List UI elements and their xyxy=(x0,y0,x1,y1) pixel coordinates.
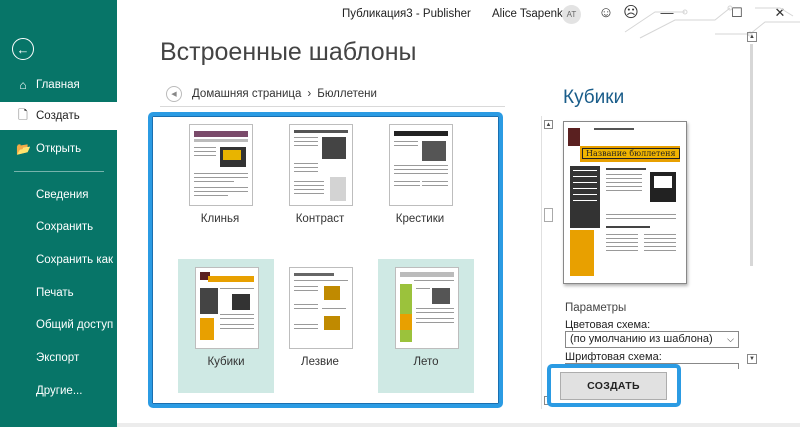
sidebar-item-home[interactable]: ⌂ Главная xyxy=(0,71,117,99)
preview-title: Кубики xyxy=(563,87,625,108)
preview-banner-text: Название бюллетеня xyxy=(582,148,680,159)
font-scheme-label: Шрифтовая схема: xyxy=(565,351,662,363)
template-tile-kontrast[interactable]: Контраст xyxy=(272,116,368,250)
publisher-backstage: ← ⌂ Главная 🗋 Создать 📂 Открыть Сведения… xyxy=(0,0,800,427)
app-name: Publisher xyxy=(422,8,471,20)
bottom-border xyxy=(117,423,800,427)
template-gallery[interactable]: Клинья Контраст Крестики Кубики Лезвие Л… xyxy=(148,112,503,408)
sidebar-item-save[interactable]: Сохранить xyxy=(0,213,117,241)
sidebar-item-info[interactable]: Сведения xyxy=(0,181,117,209)
sidebar-item-label: Экспорт xyxy=(36,352,80,364)
template-name: Лето xyxy=(413,356,439,368)
title-separator: - xyxy=(412,8,423,20)
back-arrow-icon[interactable]: ← xyxy=(12,38,34,60)
breadcrumb-separator: › xyxy=(307,88,312,100)
breadcrumb-back-icon[interactable]: ◀ xyxy=(166,86,182,102)
chevron-down-icon: ⌵ xyxy=(727,334,734,344)
breadcrumb-home[interactable]: Домашняя страница xyxy=(192,88,301,100)
scroll-thumb[interactable] xyxy=(544,208,553,222)
template-thumbnail xyxy=(195,267,259,349)
sidebar-item-label: Сведения xyxy=(36,189,89,201)
create-button[interactable]: СОЗДАТЬ xyxy=(560,372,667,400)
scroll-thumb[interactable] xyxy=(750,44,753,266)
template-tile-leto[interactable]: Лето xyxy=(378,259,474,393)
next-row-thumbnail xyxy=(195,404,259,408)
sidebar-item-save-as[interactable]: Сохранить как xyxy=(0,246,117,274)
sidebar-item-label: Печать xyxy=(36,287,74,299)
sidebar-item-print[interactable]: Печать xyxy=(0,279,117,307)
template-name: Контраст xyxy=(295,213,345,225)
new-document-icon: 🗋 xyxy=(18,107,28,122)
sidebar-item-label: Главная xyxy=(36,79,80,91)
color-scheme-label: Цветовая схема: xyxy=(565,319,651,331)
sidebar-item-new[interactable]: 🗋 Создать xyxy=(0,102,117,130)
template-preview-image: Название бюллетеня xyxy=(563,121,687,284)
next-row-thumbnail xyxy=(389,404,453,408)
create-button-highlight: СОЗДАТЬ xyxy=(547,364,681,407)
template-thumbnail xyxy=(395,267,459,349)
sidebar-divider xyxy=(14,171,104,172)
folder-icon: 📂 xyxy=(16,142,31,156)
template-tile-kubiki[interactable]: Кубики xyxy=(178,259,274,393)
backstage-sidebar: ← ⌂ Главная 🗋 Создать 📂 Открыть Сведения… xyxy=(0,0,117,427)
breadcrumb: ◀ Домашняя страница › Бюллетени xyxy=(166,84,377,104)
sidebar-item-open[interactable]: 📂 Открыть xyxy=(0,135,117,163)
template-tile-klinya[interactable]: Клинья xyxy=(172,116,268,250)
parameters-label: Параметры xyxy=(565,302,627,314)
window-title: Публикация3 - Publisher xyxy=(342,8,471,20)
sidebar-item-label: Другие... xyxy=(36,385,83,397)
color-scheme-select[interactable]: (по умолчанию из шаблона) ⌵ xyxy=(565,331,739,348)
sidebar-item-share[interactable]: Общий доступ xyxy=(0,311,117,339)
breadcrumb-current: Бюллетени xyxy=(317,88,377,100)
scroll-up-icon[interactable]: ▲ xyxy=(544,120,553,129)
preview-banner: Название бюллетеня xyxy=(580,146,680,162)
sidebar-item-label: Открыть xyxy=(36,143,82,155)
template-name: Крестики xyxy=(395,213,445,225)
template-thumbnail xyxy=(189,124,253,206)
template-thumbnail xyxy=(289,124,353,206)
sidebar-item-label: Создать xyxy=(36,110,80,122)
scroll-up-icon[interactable]: ▲ xyxy=(747,32,757,42)
template-name: Лезвие xyxy=(301,356,339,368)
sidebar-item-label: Общий доступ xyxy=(36,319,114,331)
template-tile-krestiki[interactable]: Крестики xyxy=(372,116,468,250)
template-name: Клинья xyxy=(200,213,240,225)
circuit-decoration xyxy=(624,5,800,39)
sidebar-item-export[interactable]: Экспорт xyxy=(0,344,117,372)
breadcrumb-divider xyxy=(160,106,505,107)
template-thumbnail xyxy=(289,267,353,349)
document-name: Публикация3 xyxy=(342,8,413,20)
template-tile-lezvie[interactable]: Лезвие xyxy=(272,259,368,393)
preview-scrollbar[interactable]: ▲ ▼ xyxy=(746,30,758,370)
next-row-thumbnail xyxy=(289,404,353,408)
template-thumbnail xyxy=(389,124,453,206)
scroll-down-icon[interactable]: ▼ xyxy=(747,354,757,364)
sidebar-item-more[interactable]: Другие... xyxy=(0,377,117,405)
sidebar-item-label: Сохранить как xyxy=(36,254,114,266)
sidebar-item-label: Сохранить xyxy=(36,221,94,233)
page-title: Встроенные шаблоны xyxy=(160,38,417,66)
user-name[interactable]: Alice Tsapenko xyxy=(492,8,569,20)
template-name: Кубики xyxy=(207,356,245,368)
home-icon: ⌂ xyxy=(19,78,27,92)
color-scheme-value: (по умолчанию из шаблона) xyxy=(570,333,713,345)
